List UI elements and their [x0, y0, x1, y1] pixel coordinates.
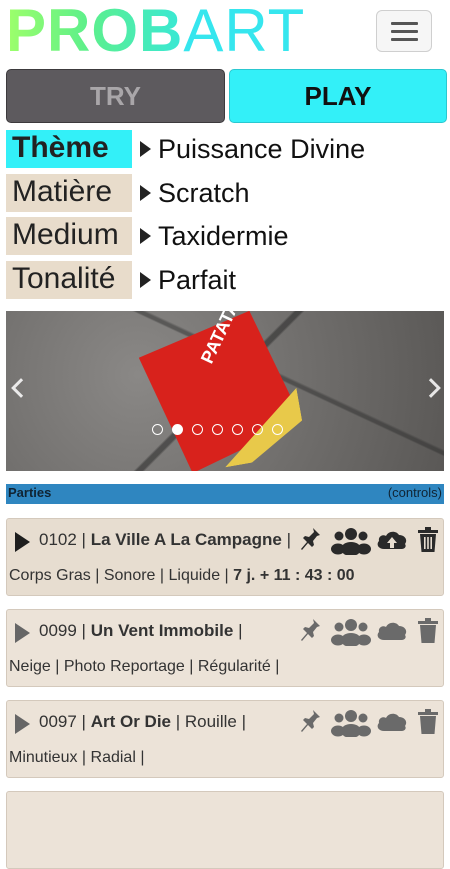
pin-icon[interactable]	[299, 616, 323, 646]
game-timer: 7 j. + 11 : 43 : 00	[233, 567, 355, 584]
game-tags: Minutieux | Radial |	[9, 749, 145, 766]
play-button[interactable]: PLAY	[229, 69, 447, 123]
game-tags-line: Corps Gras | Sonore | Liquide | 7 j. + 1…	[9, 565, 355, 587]
try-button-label: TRY	[89, 81, 142, 111]
try-button[interactable]: TRY	[6, 69, 225, 123]
play-icon[interactable]	[15, 714, 30, 734]
game-title: La Ville A La Campagne	[90, 530, 282, 549]
hamburger-icon-bar	[391, 38, 418, 41]
game-extra: |	[286, 530, 292, 549]
game-extra: | Rouille |	[175, 712, 246, 731]
cloud-upload-icon[interactable]	[375, 707, 409, 737]
game-actions	[297, 707, 443, 737]
attribute-name[interactable]: Thème	[6, 130, 132, 168]
carousel-dot[interactable]	[212, 424, 223, 435]
group-icon[interactable]	[331, 616, 371, 646]
hamburger-menu-button[interactable]	[376, 10, 432, 52]
game-card[interactable]: 0097 | Art Or Die | Rouille | Minutieux …	[6, 700, 444, 778]
game-tags-line: Neige | Photo Reportage | Régularité |	[9, 656, 279, 678]
carousel-dot[interactable]	[252, 424, 263, 435]
game-id: 0099	[39, 621, 77, 640]
trash-icon[interactable]	[417, 707, 439, 737]
attribute-value: Parfait	[158, 265, 237, 295]
game-title-line: 0097 | Art Or Die | Rouille |	[39, 712, 246, 731]
trash-icon[interactable]	[417, 525, 439, 555]
pin-icon[interactable]	[299, 525, 323, 555]
trash-icon[interactable]	[417, 616, 439, 646]
play-button-label: PLAY	[304, 81, 372, 111]
attribute-value: Puissance Divine	[158, 134, 366, 164]
hamburger-icon-bar	[391, 30, 418, 33]
game-title: Un Vent Immobile	[90, 621, 234, 640]
game-actions	[297, 525, 443, 555]
parties-header: Parties (controls)	[6, 484, 444, 504]
carousel-dot[interactable]	[192, 424, 203, 435]
carousel-dot[interactable]	[152, 424, 163, 435]
caret-right-icon	[140, 185, 151, 201]
play-icon[interactable]	[15, 623, 30, 643]
game-id: 0102	[39, 530, 77, 549]
attribute-name[interactable]: Matière	[6, 174, 132, 212]
attribute-value: Taxidermie	[158, 221, 289, 251]
image-carousel[interactable]: PATATAS FRITAS	[6, 311, 444, 471]
carousel-dot[interactable]	[172, 424, 183, 435]
carousel-dot[interactable]	[232, 424, 243, 435]
game-extra: |	[238, 621, 243, 640]
game-actions	[297, 616, 443, 646]
caret-right-icon	[140, 272, 151, 288]
game-title: Art Or Die	[90, 712, 171, 731]
game-title-line: 0099 | Un Vent Immobile |	[39, 621, 243, 640]
attribute-value: Scratch	[158, 178, 250, 208]
controls-toggle[interactable]: (controls)	[388, 485, 442, 500]
parties-title: Parties	[8, 485, 52, 500]
cloud-upload-icon[interactable]	[375, 525, 409, 555]
caret-right-icon	[140, 141, 151, 157]
logo-thin-text: ART	[183, 0, 306, 64]
chevron-left-icon[interactable]	[11, 378, 31, 398]
carousel-photo: PATATAS FRITAS	[134, 311, 308, 471]
hamburger-icon	[391, 22, 418, 25]
app-header: PROBART	[0, 0, 450, 62]
chevron-right-icon[interactable]	[421, 378, 441, 398]
game-tags-line: Minutieux | Radial |	[9, 747, 144, 769]
game-card[interactable]: 0099 | Un Vent Immobile | Neige | Photo …	[6, 609, 444, 687]
carousel-dot[interactable]	[272, 424, 283, 435]
attribute-name[interactable]: Tonalité	[6, 261, 132, 299]
game-card[interactable]: 0102 | La Ville A La Campagne | Corps Gr…	[6, 518, 444, 596]
game-tags: Corps Gras | Sonore | Liquide |	[9, 567, 234, 584]
group-icon[interactable]	[331, 525, 371, 555]
pin-icon[interactable]	[299, 707, 323, 737]
caret-right-icon	[140, 228, 151, 244]
group-icon[interactable]	[331, 707, 371, 737]
game-tags: Neige | Photo Reportage | Régularité |	[9, 658, 280, 675]
logo-bold-text: PROB	[6, 0, 183, 64]
play-icon[interactable]	[15, 532, 30, 552]
game-id: 0097	[39, 712, 77, 731]
cloud-upload-icon[interactable]	[375, 616, 409, 646]
attribute-name[interactable]: Medium	[6, 217, 132, 255]
game-title-line: 0102 | La Ville A La Campagne |	[39, 530, 292, 549]
probart-logo[interactable]: PROBART	[6, 1, 305, 61]
game-card[interactable]	[6, 791, 444, 869]
